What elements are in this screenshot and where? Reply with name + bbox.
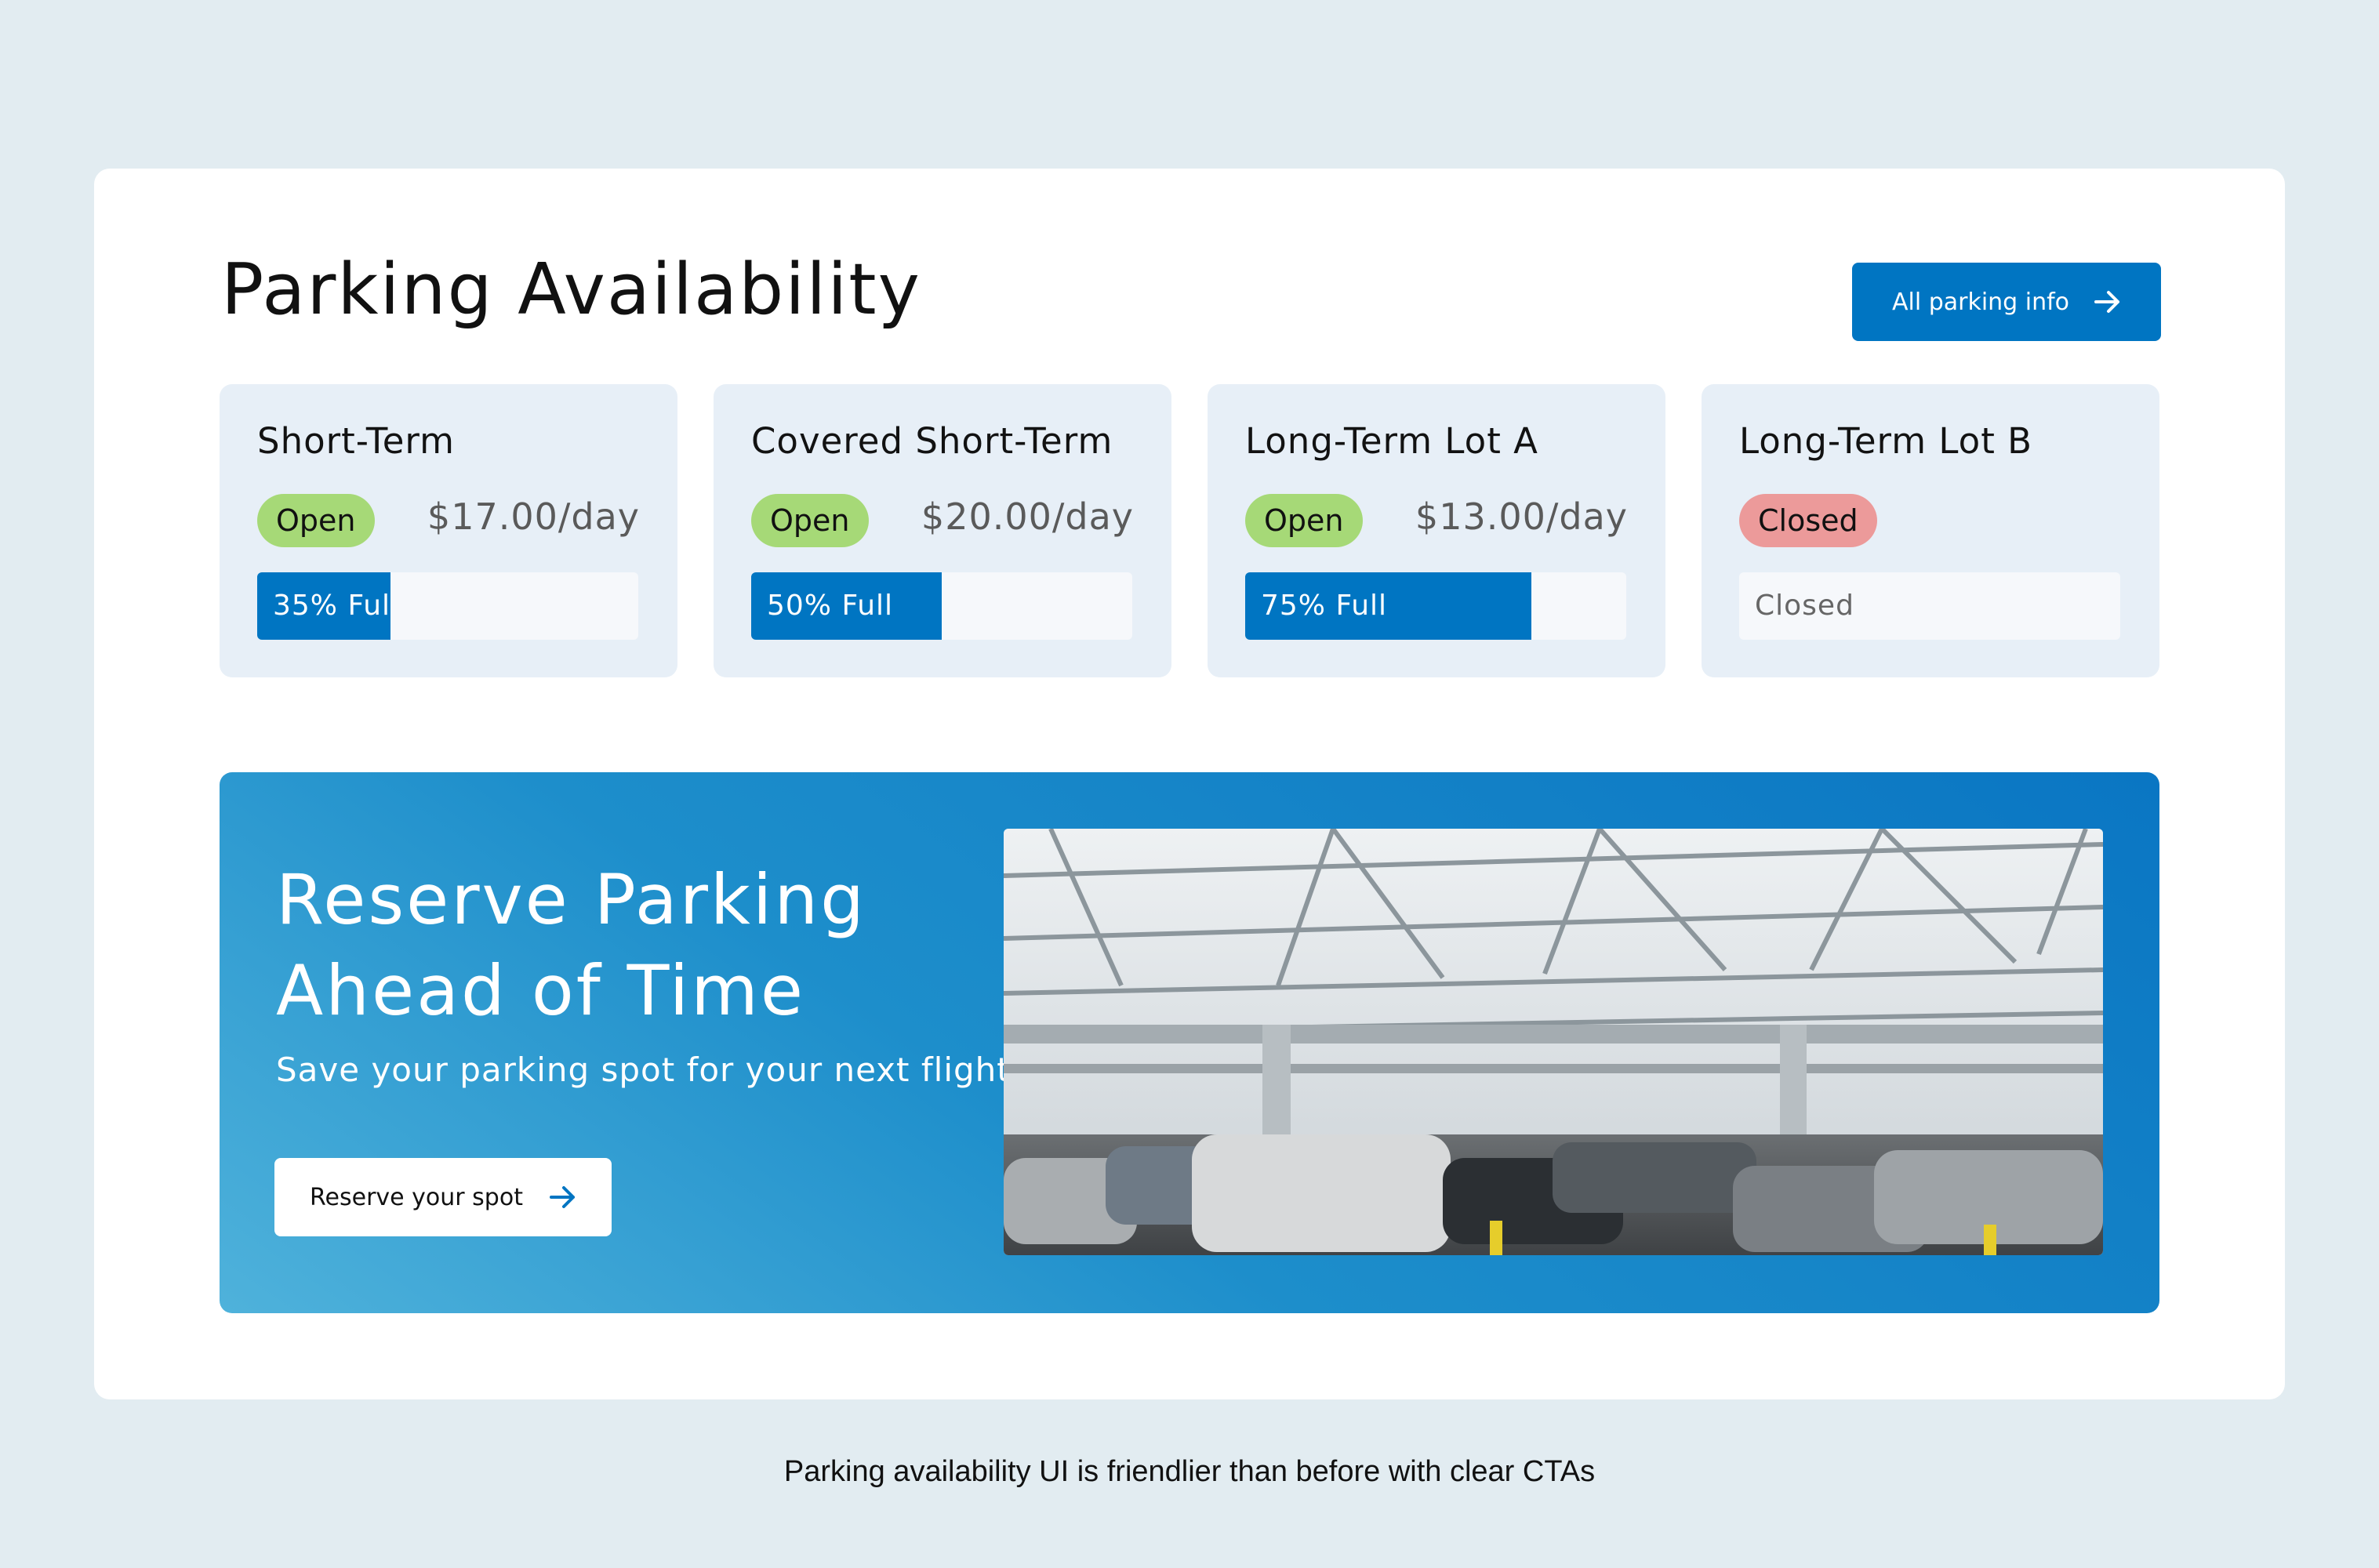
arrow-right-icon — [549, 1185, 576, 1209]
occupancy-fill: 75% Full — [1245, 572, 1531, 640]
reserve-promo-banner: Reserve Parking Ahead of Time Save your … — [220, 772, 2159, 1313]
figure-caption: Parking availability UI is friendlier th… — [783, 1455, 1596, 1488]
status-badge: Open — [751, 494, 869, 547]
occupancy-label: Closed — [1755, 590, 1854, 622]
occupancy-bar: 35% Ful — [257, 572, 638, 640]
lot-card-short-term[interactable]: Short-Term Open $17.00/day 35% Ful — [220, 384, 677, 677]
arrow-right-icon — [2094, 290, 2121, 314]
status-badge: Open — [1245, 494, 1363, 547]
occupancy-bar: 75% Full — [1245, 572, 1626, 640]
all-parking-info-label: All parking info — [1891, 288, 2070, 316]
all-parking-info-button[interactable]: All parking info — [1852, 263, 2161, 341]
page-title: Parking Availability — [221, 249, 921, 331]
occupancy-fill: 50% Full — [751, 572, 942, 640]
lot-name: Long-Term Lot A — [1245, 420, 1538, 462]
parking-panel: Parking Availability All parking info Sh… — [94, 169, 2285, 1399]
occupancy-bar: Closed — [1739, 572, 2120, 640]
lot-name: Long-Term Lot B — [1739, 420, 2033, 462]
occupancy-label: 50% Full — [767, 590, 894, 622]
reserve-spot-button[interactable]: Reserve your spot — [274, 1158, 612, 1236]
lot-card-long-term-a[interactable]: Long-Term Lot A Open $13.00/day 75% Full — [1208, 384, 1665, 677]
status-badge: Closed — [1739, 494, 1877, 547]
occupancy-label: 35% Ful — [273, 590, 391, 622]
parking-garage-photo — [1004, 829, 2103, 1255]
lot-price: $17.00/day — [427, 495, 640, 538]
lot-cards: Short-Term Open $17.00/day 35% Ful Cover… — [220, 384, 2159, 677]
promo-subtitle: Save your parking spot for your next fli… — [276, 1051, 1022, 1089]
occupancy-fill: 35% Ful — [257, 572, 391, 640]
lot-card-long-term-b[interactable]: Long-Term Lot B Closed Closed — [1702, 384, 2159, 677]
status-badge: Open — [257, 494, 375, 547]
promo-title-line-1: Reserve Parking — [276, 859, 866, 940]
promo-title: Reserve Parking Ahead of Time — [276, 855, 982, 1036]
promo-title-line-2: Ahead of Time — [276, 950, 806, 1031]
lot-name: Short-Term — [257, 420, 455, 462]
occupancy-bar: 50% Full — [751, 572, 1132, 640]
reserve-spot-label: Reserve your spot — [310, 1183, 523, 1211]
occupancy-label: 75% Full — [1261, 590, 1388, 622]
lot-price: $20.00/day — [921, 495, 1134, 538]
lot-card-covered-short-term[interactable]: Covered Short-Term Open $20.00/day 50% F… — [714, 384, 1171, 677]
lot-name: Covered Short-Term — [751, 420, 1113, 462]
lot-price: $13.00/day — [1415, 495, 1628, 538]
